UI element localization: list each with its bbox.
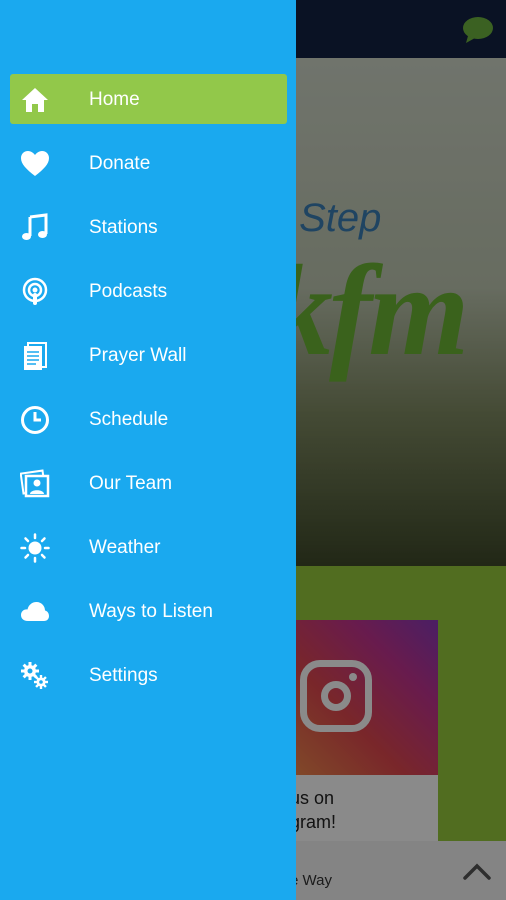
menu-item-label: Ways to Listen bbox=[89, 601, 213, 622]
navigation-drawer: Home Donate Stations Podcasts Prayer Wal bbox=[0, 0, 296, 900]
menu-item-schedule[interactable]: Schedule bbox=[0, 388, 296, 452]
menu-item-stations[interactable]: Stations bbox=[0, 196, 296, 260]
menu-item-weather[interactable]: Weather bbox=[0, 516, 296, 580]
menu-item-label: Our Team bbox=[89, 473, 173, 494]
menu-item-label: Settings bbox=[89, 665, 158, 686]
menu-item-podcasts[interactable]: Podcasts bbox=[0, 260, 296, 324]
menu-item-label: Stations bbox=[89, 217, 158, 238]
clock-icon bbox=[18, 403, 52, 437]
drawer-menu: Home Donate Stations Podcasts Prayer Wal bbox=[0, 68, 296, 708]
menu-item-label: Weather bbox=[89, 537, 161, 558]
photo-portrait-icon bbox=[18, 467, 52, 501]
menu-item-label: Podcasts bbox=[89, 281, 168, 302]
menu-item-label: Schedule bbox=[89, 409, 169, 430]
menu-item-ways-to-listen[interactable]: Ways to Listen bbox=[0, 580, 296, 644]
menu-item-prayer-wall[interactable]: Prayer Wall bbox=[0, 324, 296, 388]
menu-item-settings[interactable]: Settings bbox=[0, 644, 296, 708]
menu-item-label: Donate bbox=[89, 153, 151, 174]
menu-item-our-team[interactable]: Our Team bbox=[0, 452, 296, 516]
gears-icon bbox=[18, 659, 52, 693]
menu-item-label: Prayer Wall bbox=[89, 345, 187, 366]
document-icon bbox=[18, 339, 52, 373]
home-icon bbox=[18, 83, 52, 117]
cloud-icon bbox=[18, 595, 52, 629]
sun-icon bbox=[18, 531, 52, 565]
menu-item-home[interactable]: Home bbox=[0, 68, 296, 132]
podcast-icon bbox=[18, 275, 52, 309]
menu-item-label: Home bbox=[89, 89, 140, 110]
music-note-icon bbox=[18, 211, 52, 245]
menu-item-donate[interactable]: Donate bbox=[0, 132, 296, 196]
heart-icon bbox=[18, 147, 52, 181]
